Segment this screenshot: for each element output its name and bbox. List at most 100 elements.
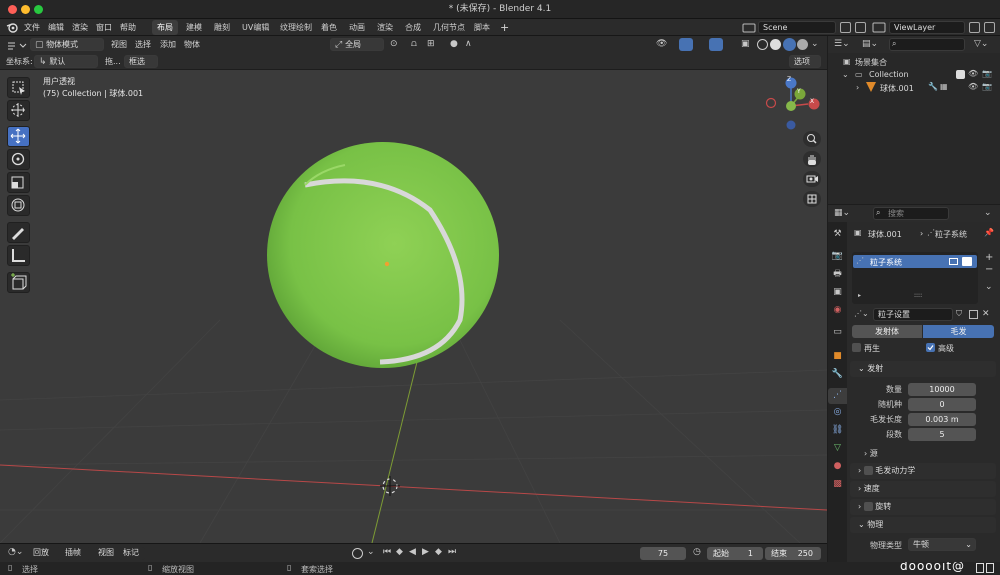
physics-type-selector[interactable]: 牛顿 ⌄ bbox=[908, 538, 976, 551]
perspective-toggle-icon[interactable] bbox=[803, 191, 821, 207]
tool-select-box[interactable] bbox=[7, 77, 30, 98]
new-scene-icon[interactable] bbox=[840, 22, 851, 33]
view-layer-selector[interactable]: ViewLayer bbox=[889, 21, 965, 34]
shading-options-icon[interactable]: ⌄ bbox=[811, 40, 819, 49]
collection-include-checkbox[interactable] bbox=[956, 70, 965, 79]
snap-icon[interactable]: ⩍ bbox=[411, 40, 417, 49]
tab-physics-icon[interactable]: ◎ bbox=[828, 408, 847, 424]
field-seed[interactable]: 0 bbox=[908, 398, 976, 411]
3d-viewport[interactable]: 用户透视 (75) Collection | 球体.001 Z X Y bbox=[0, 70, 827, 543]
tab-shading[interactable]: 着色 bbox=[316, 20, 342, 35]
tab-uv-editing[interactable]: UV编辑 bbox=[237, 20, 274, 35]
expand-collection-icon[interactable]: ⌄ bbox=[842, 71, 849, 79]
tab-material-icon[interactable]: ● bbox=[828, 462, 847, 478]
modifier-wrench-icon[interactable]: 🔧 bbox=[928, 83, 938, 91]
mesh-data-icon[interactable]: ▦ bbox=[940, 83, 948, 91]
proportional-falloff-icon[interactable]: ∧ bbox=[465, 40, 472, 49]
expand-object-icon[interactable]: › bbox=[856, 84, 859, 92]
add-particle-system-icon[interactable]: + bbox=[985, 253, 993, 263]
coord-system-selector[interactable]: ↳ 默认 bbox=[34, 55, 98, 68]
properties-options-icon[interactable]: ⌄ bbox=[984, 209, 992, 218]
source-subsection[interactable]: › 源 bbox=[864, 448, 878, 459]
timeline-editor-icon[interactable]: ◔⌄ bbox=[8, 548, 23, 557]
particle-settings-selector[interactable]: 粒子设置 bbox=[873, 308, 953, 321]
tab-data-icon[interactable]: ▽ bbox=[828, 444, 847, 460]
outliner-object[interactable]: 球体.001 bbox=[880, 83, 914, 94]
menu-select[interactable]: 选择 bbox=[135, 36, 151, 53]
tab-render-icon[interactable]: 📷 bbox=[828, 252, 847, 268]
shading-solid-icon[interactable] bbox=[770, 39, 781, 50]
field-hair-length[interactable]: 0.003 m bbox=[908, 413, 976, 426]
outliner-search-input[interactable] bbox=[889, 38, 965, 51]
transform-orientation-selector[interactable]: ⤢ 全局 bbox=[330, 38, 384, 51]
auto-keying-icon[interactable] bbox=[352, 548, 363, 559]
jump-end-icon[interactable]: ⏭ bbox=[448, 548, 456, 557]
add-workspace-icon[interactable]: + bbox=[500, 19, 509, 36]
mode-selector[interactable]: ▢ 物体模式 bbox=[30, 38, 104, 51]
options-dropdown[interactable]: 选项 bbox=[789, 55, 821, 68]
tool-transform[interactable] bbox=[7, 195, 30, 216]
gizmo-x-label[interactable]: X bbox=[810, 98, 814, 105]
tab-object-icon[interactable]: ■ bbox=[828, 352, 847, 368]
remove-particle-system-icon[interactable]: − bbox=[985, 265, 993, 275]
hair-dynamics-checkbox[interactable] bbox=[863, 466, 873, 475]
unlink-settings-icon[interactable]: ✕ bbox=[982, 310, 990, 319]
tab-particles-icon[interactable]: ⋰ bbox=[828, 388, 847, 404]
next-keyframe-icon[interactable]: ◆ bbox=[435, 548, 442, 557]
tab-scripting[interactable]: 脚本 bbox=[469, 20, 495, 35]
start-frame-field[interactable]: 起始 1 bbox=[707, 547, 763, 560]
menu-object[interactable]: 物体 bbox=[184, 36, 200, 53]
menu-help[interactable]: 帮助 bbox=[120, 19, 136, 36]
physics-section-header[interactable]: ⌄ 物理 bbox=[850, 517, 996, 533]
list-expand-icon[interactable]: ▸ bbox=[858, 293, 861, 299]
menu-edit[interactable]: 编辑 bbox=[48, 19, 64, 36]
tool-add-cube[interactable] bbox=[7, 272, 30, 293]
show-viewport-icon[interactable] bbox=[949, 258, 958, 265]
drag-label[interactable]: 拖... bbox=[105, 53, 121, 70]
tab-layout[interactable]: 布局 bbox=[152, 20, 178, 35]
tool-rotate[interactable] bbox=[7, 149, 30, 170]
play-reverse-icon[interactable]: ◀ bbox=[409, 548, 416, 557]
outliner-display-mode-icon[interactable]: ▤⌄ bbox=[862, 40, 878, 49]
list-specials-icon[interactable]: ⌄ bbox=[985, 283, 993, 292]
tab-tool-icon[interactable]: ⚒ bbox=[828, 230, 847, 246]
tool-move[interactable] bbox=[7, 126, 30, 147]
select-mode-selector[interactable]: 框选 bbox=[124, 55, 158, 68]
camera-view-icon[interactable] bbox=[803, 171, 821, 187]
tab-scene-icon[interactable]: ◉ bbox=[828, 306, 847, 322]
object-visibility-icon[interactable]: 👁 bbox=[968, 83, 978, 91]
tool-cursor[interactable] bbox=[7, 100, 30, 121]
current-frame-field[interactable]: 75 bbox=[640, 547, 686, 560]
properties-editor-icon[interactable]: ▦⌄ bbox=[834, 209, 850, 218]
tool-measure[interactable] bbox=[7, 245, 30, 266]
pin-icon[interactable]: 📌 bbox=[984, 229, 994, 237]
tab-modeling[interactable]: 建模 bbox=[181, 20, 207, 35]
collection-visibility-icon[interactable]: 👁 bbox=[968, 70, 978, 78]
tab-texture-paint[interactable]: 纹理绘制 bbox=[275, 20, 317, 35]
tab-texture-icon[interactable]: ▩ bbox=[828, 480, 847, 496]
menu-keying[interactable]: 插帧 bbox=[61, 547, 91, 560]
outliner-editor-icon[interactable]: ☰⌄ bbox=[834, 40, 850, 49]
delete-view-layer-icon[interactable] bbox=[984, 22, 995, 33]
advanced-checkbox[interactable] bbox=[926, 343, 935, 352]
proportional-edit-icon[interactable]: ● bbox=[450, 40, 458, 49]
properties-search-input[interactable]: 搜索 bbox=[873, 207, 949, 220]
shading-rendered-icon[interactable] bbox=[797, 39, 808, 50]
shading-material-icon[interactable] bbox=[783, 38, 796, 51]
gizmo-y-label[interactable]: Y bbox=[797, 88, 801, 95]
tab-sculpting[interactable]: 雕刻 bbox=[209, 20, 235, 35]
field-segments[interactable]: 5 bbox=[908, 428, 976, 441]
emission-section-header[interactable]: ⌄ 发射 bbox=[850, 361, 996, 377]
tab-rendering[interactable]: 渲染 bbox=[372, 20, 398, 35]
shading-wireframe-icon[interactable] bbox=[757, 39, 768, 50]
end-frame-field[interactable]: 结束 250 bbox=[765, 547, 821, 560]
new-view-layer-icon[interactable] bbox=[969, 22, 980, 33]
snap-target-icon[interactable]: ⊞ bbox=[427, 40, 435, 49]
menu-add[interactable]: 添加 bbox=[160, 36, 176, 53]
collection-render-icon[interactable]: 📷 bbox=[982, 70, 992, 78]
prev-keyframe-icon[interactable]: ◆ bbox=[396, 548, 403, 557]
gizmo-z-label[interactable]: Z bbox=[787, 76, 791, 83]
preview-range-icon[interactable]: ◷ bbox=[693, 548, 701, 557]
tab-modifiers-icon[interactable]: 🔧 bbox=[828, 370, 847, 386]
menu-render[interactable]: 渲染 bbox=[72, 19, 88, 36]
